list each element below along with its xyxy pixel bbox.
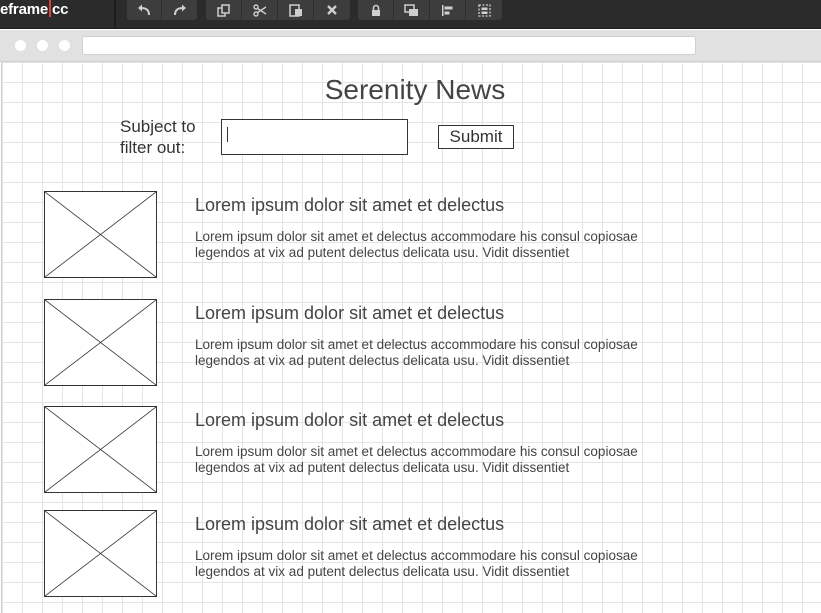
bring-front-icon	[404, 3, 418, 16]
news-item[interactable]: Lorem ipsum dolor sit amet et delectus L…	[44, 191, 684, 281]
redo-icon	[173, 4, 186, 16]
image-placeholder	[44, 299, 157, 386]
image-placeholder	[44, 406, 157, 493]
news-item[interactable]: Lorem ipsum dolor sit amet et delectus L…	[44, 406, 684, 496]
browser-window-bar	[0, 30, 821, 62]
image-placeholder-icon	[45, 407, 156, 492]
lock-icon	[371, 4, 380, 16]
image-placeholder	[44, 510, 157, 597]
news-item[interactable]: Lorem ipsum dolor sit amet et delectus L…	[44, 299, 684, 389]
toolbar-group-arrange	[358, 0, 502, 20]
delete-icon	[327, 5, 337, 15]
submit-button[interactable]: Submit	[438, 125, 514, 149]
logo-text: eframe	[0, 1, 48, 18]
undo-button[interactable]	[127, 0, 162, 20]
lock-button[interactable]	[358, 0, 394, 20]
image-placeholder-icon	[45, 192, 156, 277]
undo-icon	[138, 4, 150, 16]
group-icon	[477, 3, 491, 17]
delete-button[interactable]	[314, 0, 350, 20]
news-summary: Lorem ipsum dolor sit amet et delectus a…	[195, 444, 638, 475]
news-headline[interactable]: Lorem ipsum dolor sit amet et delectus	[195, 514, 675, 535]
logo-suffix: cc	[52, 1, 69, 18]
toolbar-group-history	[127, 0, 197, 20]
address-bar[interactable]	[82, 36, 696, 55]
news-headline[interactable]: Lorem ipsum dolor sit amet et delectus	[195, 303, 675, 324]
news-item[interactable]: Lorem ipsum dolor sit amet et delectus L…	[44, 510, 684, 600]
paste-icon	[288, 3, 302, 17]
duplicate-button[interactable]	[206, 0, 242, 20]
news-headline[interactable]: Lorem ipsum dolor sit amet et delectus	[195, 195, 675, 216]
toolbar-divider	[114, 0, 116, 29]
cut-button[interactable]	[242, 0, 278, 20]
cut-icon	[252, 3, 266, 17]
app-toolbar: eframe cc	[0, 0, 821, 29]
image-placeholder-icon	[45, 300, 156, 385]
align-button[interactable]	[430, 0, 466, 20]
bring-front-button[interactable]	[394, 0, 430, 20]
news-headline[interactable]: Lorem ipsum dolor sit amet et delectus	[195, 410, 675, 431]
duplicate-icon	[216, 3, 230, 17]
news-summary: Lorem ipsum dolor sit amet et delectus a…	[195, 229, 638, 260]
align-icon	[442, 4, 453, 16]
window-minimize-dot[interactable]	[37, 40, 48, 51]
app-logo: eframe cc	[0, 0, 69, 19]
group-button[interactable]	[466, 0, 502, 20]
image-placeholder	[44, 191, 157, 278]
window-maximize-dot[interactable]	[59, 40, 70, 51]
window-close-dot[interactable]	[15, 40, 26, 51]
text-caret	[227, 127, 228, 142]
paste-button[interactable]	[278, 0, 314, 20]
news-summary: Lorem ipsum dolor sit amet et delectus a…	[195, 337, 638, 368]
image-placeholder-icon	[45, 511, 156, 596]
logo-cursor	[49, 0, 51, 17]
filter-label: Subject to filter out:	[120, 117, 196, 157]
toolbar-group-clipboard	[206, 0, 350, 20]
page-title: Serenity News	[324, 74, 506, 105]
news-summary: Lorem ipsum dolor sit amet et delectus a…	[195, 548, 638, 579]
redo-button[interactable]	[162, 0, 197, 20]
filter-input[interactable]	[221, 119, 408, 155]
